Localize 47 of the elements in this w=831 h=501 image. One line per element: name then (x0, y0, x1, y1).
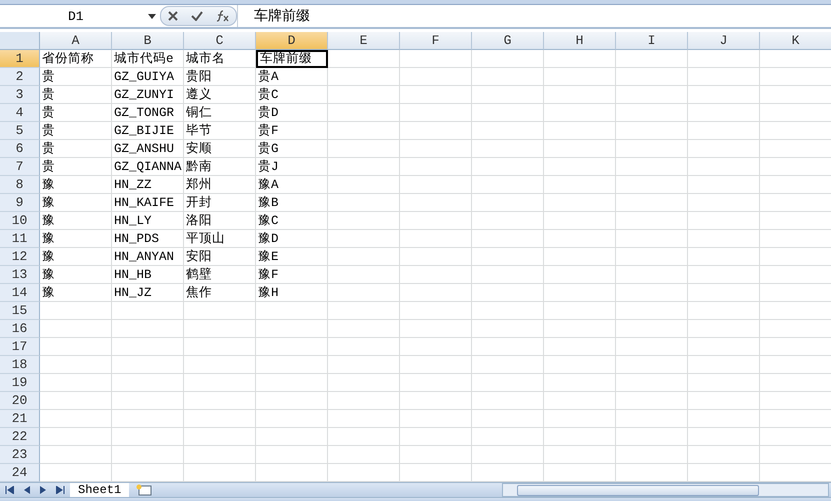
dropdown-icon[interactable] (148, 14, 156, 18)
row-header[interactable]: 19 (0, 374, 40, 392)
row-header[interactable]: 15 (0, 302, 40, 320)
column-header[interactable]: D (256, 32, 328, 50)
column-header[interactable]: I (616, 32, 688, 50)
row-header[interactable]: 23 (0, 446, 40, 464)
row-header[interactable]: 2 (0, 68, 40, 86)
row-header[interactable]: 4 (0, 104, 40, 122)
row-header[interactable]: 12 (0, 248, 40, 266)
name-box[interactable]: D1 (0, 6, 160, 26)
row-header[interactable]: 6 (0, 140, 40, 158)
row-header[interactable]: 9 (0, 194, 40, 212)
column-header[interactable]: G (472, 32, 544, 50)
previous-sheet-icon[interactable] (23, 486, 30, 494)
column-header[interactable]: K (760, 32, 831, 50)
row-header[interactable]: 11 (0, 230, 40, 248)
row-header[interactable]: 14 (0, 284, 40, 302)
function-icon[interactable] (216, 10, 230, 22)
row-header[interactable]: 21 (0, 410, 40, 428)
column-header[interactable]: F (400, 32, 472, 50)
row-header[interactable]: 18 (0, 356, 40, 374)
column-header[interactable]: J (688, 32, 760, 50)
row-header[interactable]: 13 (0, 266, 40, 284)
sheet-tab[interactable]: Sheet1 (70, 483, 130, 497)
row-header[interactable]: 5 (0, 122, 40, 140)
row-header[interactable]: 7 (0, 158, 40, 176)
new-sheet-icon[interactable] (135, 484, 154, 496)
first-sheet-icon[interactable] (4, 486, 14, 494)
check-icon[interactable] (190, 11, 202, 21)
row-header[interactable]: 22 (0, 428, 40, 446)
row-header[interactable]: 8 (0, 176, 40, 194)
column-header[interactable]: H (544, 32, 616, 50)
last-sheet-icon[interactable] (56, 486, 66, 494)
cancel-icon[interactable] (168, 11, 178, 21)
column-header[interactable]: A (40, 32, 112, 50)
row-header[interactable]: 3 (0, 86, 40, 104)
next-sheet-icon[interactable] (40, 486, 47, 494)
row-header[interactable]: 17 (0, 338, 40, 356)
horizontal-scrollbar[interactable] (502, 483, 829, 497)
row-header[interactable]: 24 (0, 464, 40, 482)
row-header[interactable]: 10 (0, 212, 40, 230)
column-header[interactable]: E (328, 32, 400, 50)
row-header[interactable]: 20 (0, 392, 40, 410)
column-header[interactable]: C (184, 32, 256, 50)
column-header[interactable]: B (112, 32, 184, 50)
row-header[interactable]: 16 (0, 320, 40, 338)
row-header[interactable]: 1 (0, 50, 40, 68)
